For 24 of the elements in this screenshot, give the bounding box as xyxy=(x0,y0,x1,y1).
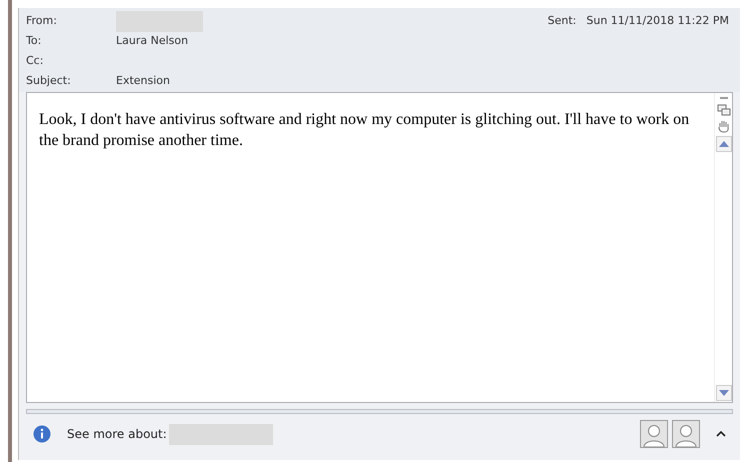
field-label: Cc: xyxy=(26,52,44,69)
sent-value: Sun 11/11/2018 11:22 PM xyxy=(586,12,729,29)
field-value: Laura Nelson xyxy=(116,32,188,49)
collapse-caret-icon[interactable] xyxy=(716,431,726,437)
window-icon[interactable] xyxy=(716,103,730,117)
field-label: Subject: xyxy=(26,72,72,89)
see-more-label: See more about: xyxy=(67,426,167,443)
body-text: Look, I don't have antivirus software and right now my computer is glitching out. I'll have to work on the brand promise another time. xyxy=(39,110,690,151)
down-arrow-icon xyxy=(718,390,728,396)
scroll-down-button[interactable] xyxy=(716,385,732,401)
scroll-up-button[interactable] xyxy=(716,136,732,152)
person-silhouette-icon xyxy=(643,423,665,447)
scrollbar[interactable] xyxy=(714,93,732,402)
contact-photo[interactable] xyxy=(672,420,700,448)
field-value: Extension xyxy=(116,72,170,89)
sent-label: Sent: xyxy=(548,12,576,29)
up-arrow-icon xyxy=(718,141,728,147)
contact-photo[interactable] xyxy=(640,420,668,448)
field-label: To: xyxy=(26,32,42,49)
minimize-icon[interactable] xyxy=(718,95,730,101)
field-label: From: xyxy=(26,12,58,29)
person-silhouette-icon xyxy=(675,423,697,447)
hand-icon[interactable] xyxy=(716,119,730,133)
info-icon xyxy=(33,425,51,443)
